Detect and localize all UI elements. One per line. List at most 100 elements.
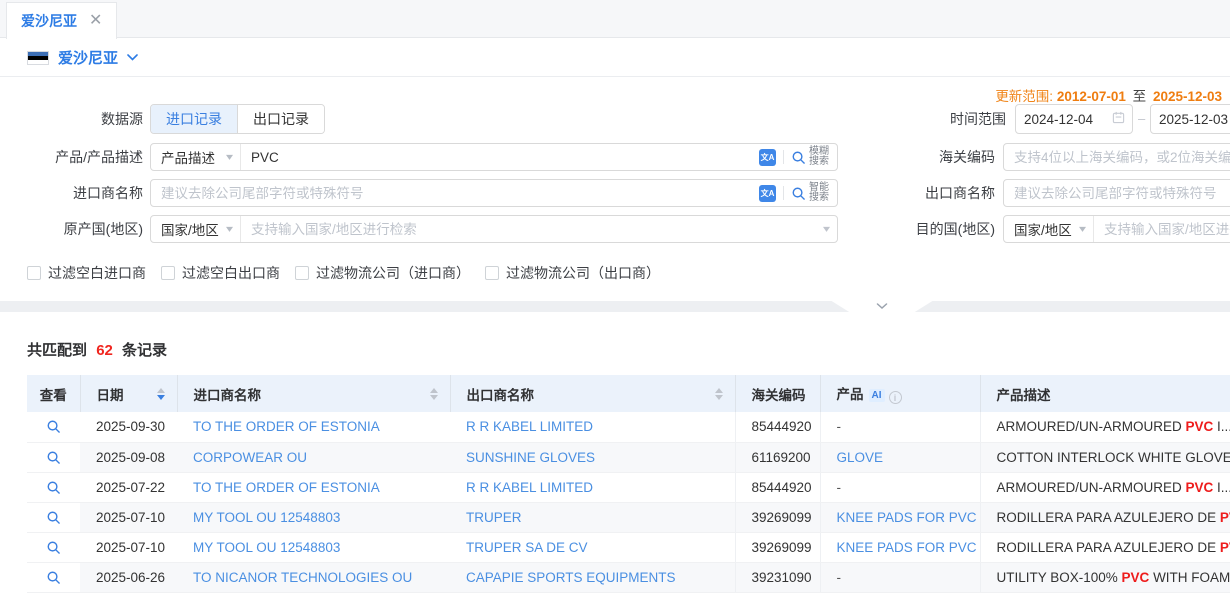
checkbox-filter-blank-importer[interactable]: 过滤空白进口商 (27, 263, 146, 283)
translate-icon[interactable]: 文A (759, 185, 776, 202)
search-icon (791, 186, 806, 201)
magnifier-icon (46, 480, 61, 495)
checkbox-label: 过滤空白进口商 (48, 263, 146, 283)
column-header-importer[interactable]: 进口商名称 (177, 375, 450, 412)
time-end-input[interactable] (1159, 112, 1230, 127)
sort-exporter-button[interactable] (715, 388, 723, 400)
table-row: 2025-06-26 TO NICANOR TECHNOLOGIES OU CA… (27, 562, 1230, 592)
record-date: 2025-07-10 (80, 532, 177, 562)
exporter-link[interactable]: R R KABEL LIMITED (466, 419, 593, 434)
tab-close-icon[interactable]: ✕ (89, 13, 102, 29)
checkbox-icon[interactable] (485, 266, 499, 280)
dest-country-label: 目的国(地区) (875, 215, 995, 243)
date-range-separator: – (1138, 104, 1145, 134)
hs-code-value: 39231090 (735, 562, 820, 592)
export-records-button[interactable]: 出口记录 (237, 105, 324, 133)
dest-field-select[interactable]: 国家/地区 ▾ (1004, 216, 1094, 242)
filter-checkbox-row: 过滤空白进口商 过滤空白出口商 过滤物流公司（进口商） 过滤物流公司（出口商） (27, 263, 660, 283)
exporter-link[interactable]: CAPAPIE SPORTS EQUIPMENTS (466, 570, 676, 585)
time-start-field[interactable] (1015, 104, 1133, 134)
chevron-down-icon: ▾ (226, 152, 233, 163)
chevron-down-icon: ▾ (1079, 224, 1086, 235)
importer-link[interactable]: MY TOOL OU 12548803 (193, 510, 340, 525)
view-record-button[interactable] (42, 505, 66, 529)
summary-count: 62 (96, 342, 113, 359)
view-record-button[interactable] (42, 565, 66, 589)
product-tag[interactable]: GLOVE (837, 450, 884, 465)
time-end-field[interactable] (1150, 104, 1230, 134)
checkbox-icon[interactable] (295, 266, 309, 280)
importer-link[interactable]: MY TOOL OU 12548803 (193, 540, 340, 555)
view-record-button[interactable] (42, 415, 66, 439)
translate-icon[interactable]: 文A (759, 149, 776, 166)
trade-data-app: 爱沙尼亚 ✕ 爱沙尼亚 更新范围: 2012-07-01 至 2025-12-0… (0, 0, 1230, 594)
column-header-exporter[interactable]: 出口商名称 (450, 375, 735, 412)
product-tag[interactable]: KNEE PADS FOR PVC T... (837, 540, 981, 555)
origin-country-label: 原产国(地区) (27, 215, 143, 243)
magnifier-icon (46, 450, 61, 465)
exporter-link[interactable]: TRUPER (466, 510, 522, 525)
exporter-link[interactable]: SUNSHINE GLOVES (466, 450, 595, 465)
importer-input[interactable] (151, 186, 759, 201)
import-records-button[interactable]: 进口记录 (151, 105, 237, 133)
country-title[interactable]: 爱沙尼亚 (58, 47, 118, 68)
view-record-button[interactable] (42, 475, 66, 499)
panel-gap (0, 301, 1230, 312)
exporter-input[interactable] (1004, 186, 1230, 201)
hs-code-value: 39269099 (735, 532, 820, 562)
hs-code-value: 85444920 (735, 412, 820, 442)
checkbox-icon[interactable] (27, 266, 41, 280)
magnifier-icon (46, 540, 61, 555)
sort-importer-button[interactable] (430, 388, 438, 400)
update-range-label: 更新范围: (995, 89, 1053, 104)
view-record-button[interactable] (42, 535, 66, 559)
origin-field-select[interactable]: 国家/地区 ▾ (151, 216, 241, 242)
sort-date-button[interactable] (157, 388, 165, 400)
record-date: 2025-09-30 (80, 412, 177, 442)
update-range-end: 2025-12-03 (1153, 89, 1222, 104)
chevron-down-icon[interactable] (127, 54, 138, 61)
info-icon[interactable]: i (889, 391, 902, 404)
product-search-input[interactable] (241, 150, 759, 165)
chevron-down-icon (876, 303, 888, 310)
exporter-link[interactable]: TRUPER SA DE CV (466, 540, 588, 555)
calendar-icon (1112, 111, 1125, 127)
importer-link[interactable]: CORPOWEAR OU (193, 450, 307, 465)
origin-field-value: 国家/地区 (161, 219, 219, 239)
column-header-date[interactable]: 日期 (80, 375, 177, 412)
importer-link[interactable]: TO NICANOR TECHNOLOGIES OU (193, 570, 412, 585)
importer-link[interactable]: TO THE ORDER OF ESTONIA (193, 419, 380, 434)
checkbox-filter-logistics-exporter[interactable]: 过滤物流公司（出口商） (485, 263, 660, 283)
magnifier-icon (46, 419, 61, 434)
checkbox-filter-blank-exporter[interactable]: 过滤空白出口商 (161, 263, 280, 283)
view-record-button[interactable] (42, 445, 66, 469)
table-header-row: 查看 日期 进口商名称 出口商名称 海关编码 (27, 375, 1230, 412)
chevron-down-icon: ▾ (226, 224, 233, 235)
smart-search-button[interactable]: 智能搜索 (791, 183, 829, 203)
checkbox-icon[interactable] (161, 266, 175, 280)
column-header-hs-code: 海关编码 (735, 375, 820, 412)
table-row: 2025-07-22 TO THE ORDER OF ESTONIA R R K… (27, 472, 1230, 502)
importer-link[interactable]: TO THE ORDER OF ESTONIA (193, 480, 380, 495)
data-source-label: 数据源 (27, 104, 143, 134)
tab-title: 爱沙尼亚 (21, 11, 77, 31)
record-date: 2025-07-22 (80, 472, 177, 502)
origin-country-input[interactable] (241, 222, 824, 237)
fuzzy-search-button[interactable]: 模糊搜索 (791, 147, 829, 167)
summary-suffix: 条记录 (122, 342, 167, 359)
hs-code-group (1003, 143, 1230, 171)
product-tag[interactable]: KNEE PADS FOR PVC T... (837, 510, 981, 525)
hs-code-input[interactable] (1004, 150, 1230, 165)
results-panel: 共匹配到 62 条记录 查看 日期 (0, 312, 1230, 594)
product-description: ARMOURED/UN-ARMOURED PVC I... (980, 412, 1230, 442)
hs-code-value: 85444920 (735, 472, 820, 502)
exporter-link[interactable]: R R KABEL LIMITED (466, 480, 593, 495)
checkbox-filter-logistics-importer[interactable]: 过滤物流公司（进口商） (295, 263, 470, 283)
tab-estonia[interactable]: 爱沙尼亚 ✕ (6, 2, 117, 39)
time-start-input[interactable] (1024, 112, 1106, 127)
product-description: RODILLERA PARA AZULEJERO DE PVC (980, 532, 1230, 562)
product-field-select[interactable]: 产品描述 ▾ (151, 144, 241, 170)
dest-country-input[interactable] (1094, 222, 1230, 237)
time-range-label: 时间范围 (940, 104, 1006, 134)
importer-search-group: 文A 智能搜索 (150, 179, 838, 207)
